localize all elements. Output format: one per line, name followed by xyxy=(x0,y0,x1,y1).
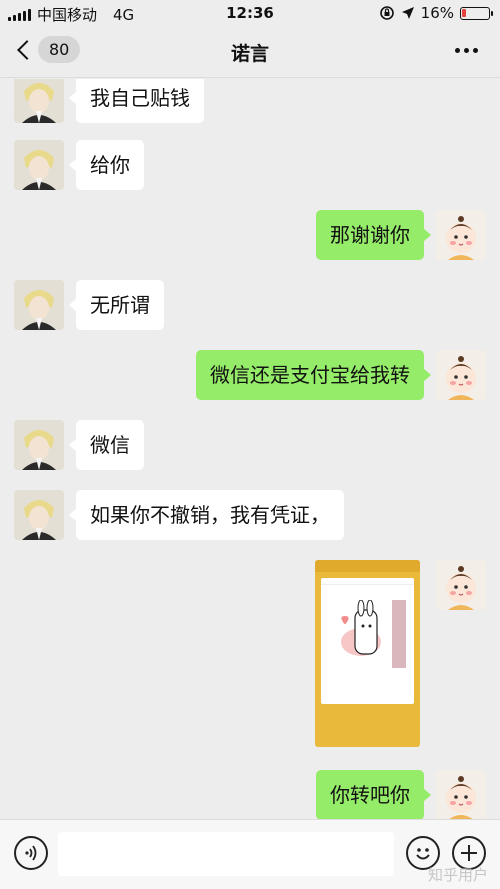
friend-avatar[interactable] xyxy=(14,420,64,470)
message-row: 如果你不撤销，我有凭证， xyxy=(0,490,500,540)
sticker-image xyxy=(341,600,381,656)
status-bar: 中国移动 4G 12:36 16% xyxy=(0,0,500,26)
chat-history[interactable]: 我自己贴钱 给你 那谢谢你 无所谓 微信还是支付宝给我转 微信 如果你不撤销，我… xyxy=(0,79,500,819)
friend-avatar[interactable] xyxy=(14,280,64,330)
my-avatar[interactable] xyxy=(436,350,486,400)
voice-icon xyxy=(25,845,37,861)
message-bubble[interactable]: 无所谓 xyxy=(69,280,164,330)
image-message[interactable] xyxy=(315,560,420,747)
my-avatar-image xyxy=(436,560,486,610)
message-bubble[interactable]: 给你 xyxy=(69,140,144,190)
friend-avatar-image xyxy=(14,79,64,123)
my-avatar-image xyxy=(436,210,486,260)
my-avatar-image xyxy=(436,770,486,819)
message-row: 你转吧你 xyxy=(0,770,500,819)
chat-title: 诺言 xyxy=(230,43,269,65)
friend-avatar-image xyxy=(14,490,64,540)
orientation-lock-icon xyxy=(379,6,394,20)
friend-avatar[interactable] xyxy=(14,490,64,540)
message-row xyxy=(0,560,500,750)
qr-card xyxy=(321,578,414,704)
message-bubble[interactable]: 那谢谢你 xyxy=(316,210,431,260)
my-avatar[interactable] xyxy=(436,770,486,819)
message-bubble[interactable]: 你转吧你 xyxy=(316,770,431,819)
more-dots-icon xyxy=(455,48,460,53)
message-row: 微信 xyxy=(0,420,500,470)
message-row: 我自己贴钱 xyxy=(0,79,500,123)
message-row: 给你 xyxy=(0,140,500,190)
message-bubble[interactable]: 如果你不撤销，我有凭证， xyxy=(69,490,344,540)
friend-avatar-image xyxy=(14,140,64,190)
friend-avatar[interactable] xyxy=(14,140,64,190)
friend-avatar[interactable] xyxy=(14,79,64,123)
message-bubble[interactable]: 我自己贴钱 xyxy=(69,79,204,123)
message-row: 无所谓 xyxy=(0,280,500,330)
input-bar: 知乎用户 xyxy=(0,819,500,889)
watermark: 知乎用户 xyxy=(427,866,488,884)
message-row: 那谢谢你 xyxy=(0,210,500,260)
my-avatar[interactable] xyxy=(436,210,486,260)
location-icon xyxy=(401,7,414,19)
my-avatar-image xyxy=(436,350,486,400)
friend-avatar-image xyxy=(14,280,64,330)
message-row: 微信还是支付宝给我转 xyxy=(0,350,500,400)
battery-percent: 16% xyxy=(420,4,454,22)
nav-bar: 80 诺言 xyxy=(0,26,500,78)
friend-avatar-image xyxy=(14,420,64,470)
status-right: 16% xyxy=(379,4,493,22)
voice-button[interactable] xyxy=(14,836,48,870)
message-bubble[interactable]: 微信还是支付宝给我转 xyxy=(196,350,431,400)
message-bubble[interactable]: 微信 xyxy=(69,420,144,470)
more-button[interactable] xyxy=(455,48,478,53)
battery-icon xyxy=(460,6,493,20)
my-avatar[interactable] xyxy=(436,560,486,610)
message-input[interactable] xyxy=(58,832,394,876)
